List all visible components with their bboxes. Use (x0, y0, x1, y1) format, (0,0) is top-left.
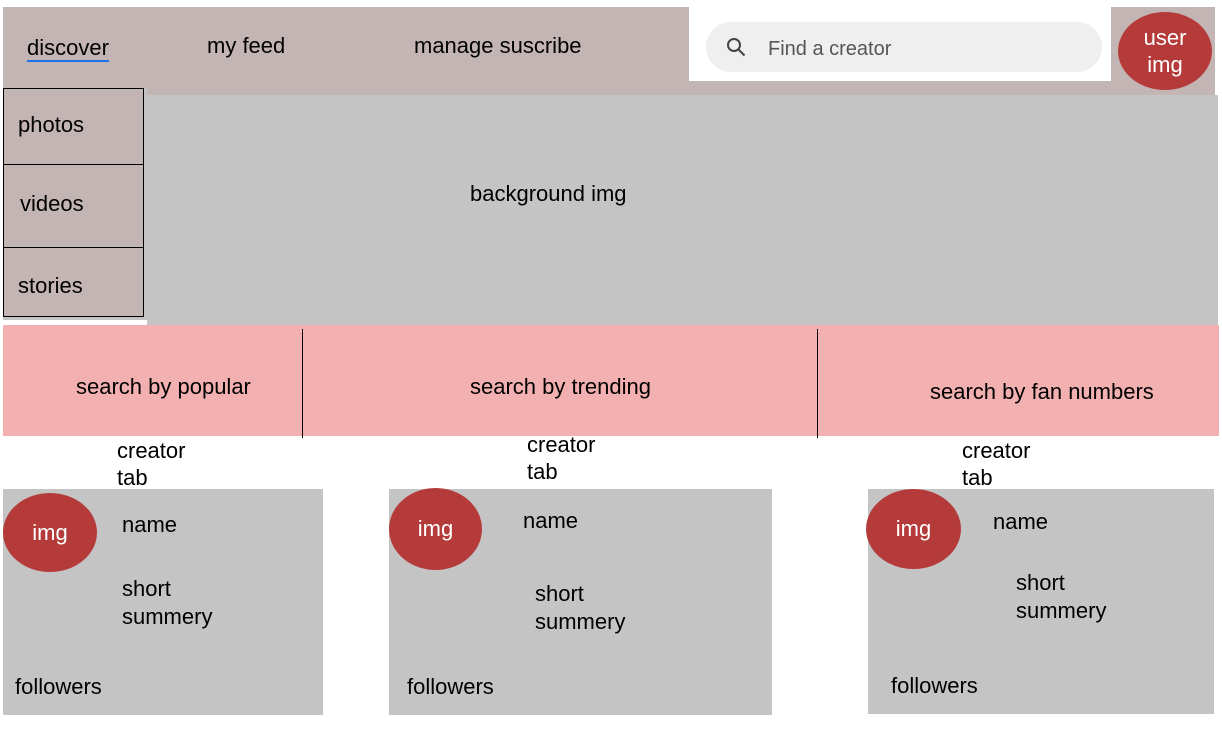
creator-avatar: img (389, 488, 482, 570)
filter-divider (302, 329, 303, 438)
side-menu-item-videos[interactable]: videos (3, 164, 144, 248)
filter-fan-numbers-tab[interactable]: search by fan numbers (930, 379, 1154, 405)
nav-manage-subscribe-link[interactable]: manage suscribe (414, 33, 582, 59)
search-input[interactable] (766, 34, 1090, 64)
side-menu-item-photos[interactable]: photos (3, 88, 144, 165)
creator-tab-line1: creator (527, 432, 596, 457)
nav-discover-link[interactable]: discover (27, 36, 109, 62)
filter-trending-tab[interactable]: search by trending (470, 374, 651, 400)
creator-summary-line2: summery (1016, 598, 1107, 623)
creator-summary-line2: summery (535, 609, 626, 634)
creator-name: name (122, 512, 178, 537)
creator-summary-line2: summery (122, 604, 213, 629)
creator-summary: short summery (122, 575, 212, 631)
creator-tab-line1: creator (117, 438, 186, 463)
creator-summary: short summery (1016, 569, 1106, 625)
user-avatar-line2: img (1147, 52, 1183, 77)
side-menu-label: stories (18, 273, 83, 298)
creator-summary-line1: short (1016, 570, 1065, 595)
side-menu-label: photos (18, 112, 85, 137)
filter-popular-tab[interactable]: search by popular (76, 374, 251, 400)
creator-tab-line2: tab (527, 459, 558, 484)
creator-followers: followers (407, 674, 494, 699)
creator-followers: followers (15, 674, 102, 699)
user-avatar[interactable]: user img (1118, 12, 1212, 90)
creator-tab-label: creator tab (527, 431, 595, 485)
creator-tab-line2: tab (117, 465, 148, 490)
creator-followers: followers (891, 673, 978, 698)
nav-my-feed-link[interactable]: my feed (207, 33, 285, 59)
creator-avatar: img (866, 489, 961, 569)
creator-tab-line2: tab (962, 465, 993, 490)
creator-tab-label: creator tab (117, 437, 185, 491)
creator-name: name (523, 508, 579, 533)
search-icon[interactable] (726, 37, 746, 57)
hero-background (147, 95, 1218, 325)
filter-divider (817, 329, 818, 438)
user-avatar-line1: user (1143, 25, 1187, 50)
side-menu-label: videos (20, 191, 84, 216)
creator-name: name (993, 509, 1049, 534)
creator-summary-line1: short (122, 576, 171, 601)
creator-summary: short summery (535, 580, 625, 636)
creator-tab-line1: creator (962, 438, 1031, 463)
side-menu-item-stories[interactable]: stories (3, 247, 144, 317)
creator-tab-label: creator tab (962, 437, 1030, 491)
hero-label: background img (470, 181, 627, 206)
creator-avatar: img (3, 493, 97, 572)
creator-summary-line1: short (535, 581, 584, 606)
